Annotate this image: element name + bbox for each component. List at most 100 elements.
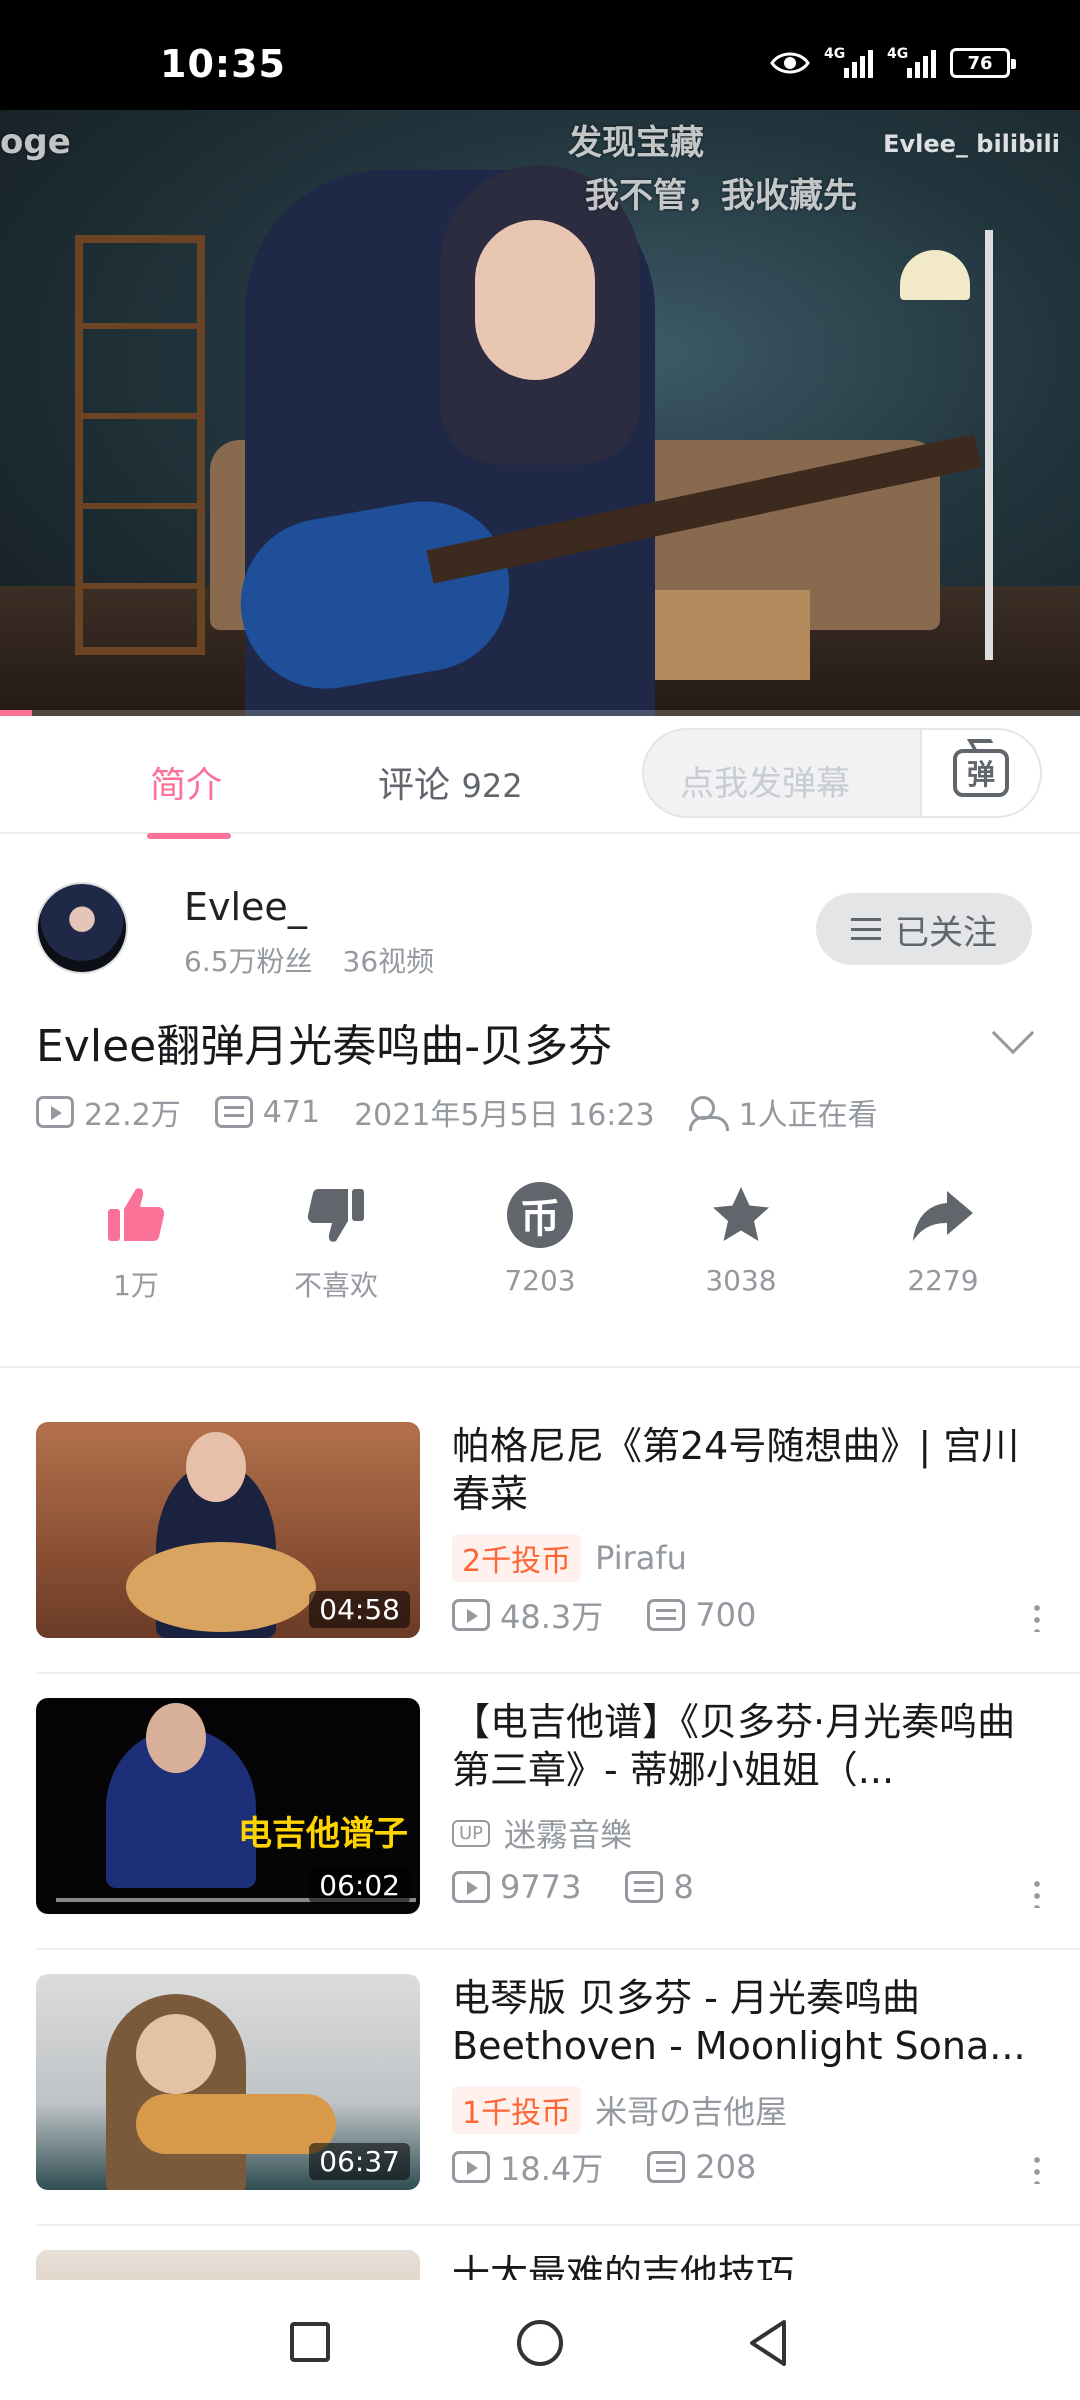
danmaku-input-placeholder: 点我发弹幕 [680, 764, 850, 804]
uploader-avatar[interactable] [36, 882, 128, 974]
view-count: 22.2万 [84, 1098, 181, 1133]
video-title: 【电吉他谱】《贝多芬·月光奏鸣曲第三章》- 蒂娜小姐姐（... [452, 1700, 1016, 1792]
more-options-icon[interactable] [1034, 1878, 1040, 1908]
follow-button[interactable]: 已关注 [816, 893, 1032, 965]
video-title: 电琴版 贝多芬 - 月光奏鸣曲 Beethoven - Moonlight So… [452, 1976, 1026, 2068]
danmaku-tv-icon: 弹 [953, 749, 1009, 797]
share-arrow-icon [913, 1191, 973, 1241]
thumbnail-caption: 电吉他谱子 [238, 1814, 408, 1854]
uploader-stats: 6.5万粉丝 36视频 [184, 940, 434, 980]
detail-tabs: 简介 评论 922 点我发弹幕 弹 [0, 716, 1080, 839]
danmaku-3: 我不管，我收藏先 [585, 176, 857, 216]
recents-button[interactable] [290, 2322, 330, 2362]
coin-icon: 币 [507, 1182, 573, 1248]
follow-button-label: 已关注 [895, 912, 997, 953]
tab-comments[interactable]: 评论 922 [378, 756, 523, 808]
system-nav-bar [0, 2280, 1080, 2400]
view-count: 18.4万 [500, 2150, 604, 2188]
video-lamp-head [900, 250, 970, 300]
video-face [475, 220, 595, 380]
like-count: 1万 [113, 1269, 159, 1302]
author-name: Pirafu [595, 1539, 687, 1577]
watching-count: 1人正在看 [738, 1098, 878, 1133]
list-item[interactable]: 04:58 帕格尼尼《第24号随想曲》| 宫川春菜 2千投币 Pirafu 48.… [0, 1422, 1080, 1698]
signal-icon: 4G [824, 46, 873, 78]
danmaku-1: oge [0, 122, 71, 162]
more-options-icon[interactable] [1034, 2154, 1040, 2184]
play-count-icon [36, 1096, 74, 1128]
play-count-icon [452, 1599, 490, 1631]
share-button[interactable]: 2279 [863, 1180, 1023, 1297]
danmaku-toggle-button[interactable]: 弹 [920, 730, 1040, 816]
video-meta: 22.2万 471 2021年5月5日 16:23 1人正在看 [36, 1090, 912, 1134]
status-icons: 4G 4G 76 [770, 46, 1016, 78]
dislike-button[interactable]: 不喜欢 [256, 1180, 416, 1304]
danmaku-count: 471 [262, 1094, 321, 1130]
publish-date: 2021年5月5日 16:23 [354, 1098, 655, 1133]
video-title: Evlee翻弹月光奏鸣曲-贝多芬 [36, 1021, 613, 1072]
eye-icon [770, 52, 810, 74]
danmaku-count-icon [625, 1871, 664, 1903]
view-count: 48.3万 [500, 1598, 604, 1636]
list-divider [36, 1948, 1080, 1950]
tab-comments-label: 评论 [378, 765, 451, 806]
video-shelf [75, 235, 205, 655]
list-divider [36, 2224, 1080, 2226]
battery-icon: 76 [950, 48, 1016, 78]
play-count-icon [452, 1871, 490, 1903]
thumbs-up-icon [108, 1188, 165, 1241]
coin-badge: 2千投币 [452, 1534, 582, 1582]
favorite-button[interactable]: 3038 [661, 1180, 821, 1297]
dislike-label: 不喜欢 [293, 1269, 378, 1302]
star-icon [713, 1187, 769, 1241]
play-count-icon [452, 2151, 490, 2183]
like-button[interactable]: 1万 [56, 1180, 216, 1304]
favorite-count: 3038 [705, 1264, 777, 1297]
list-item[interactable]: 电吉他谱子 06:02 【电吉他谱】《贝多芬·月光奏鸣曲第三章》- 蒂娜小姐姐（… [0, 1698, 1080, 1974]
video-thumbnail[interactable]: 06:37 [36, 1974, 420, 2190]
danmaku-2: 发现宝藏 [568, 123, 704, 163]
home-button[interactable] [517, 2320, 563, 2366]
author-name: 迷霧音樂 [504, 1816, 633, 1854]
danmaku-count: 208 [695, 2148, 757, 2186]
danmaku-count-icon [647, 2151, 686, 2183]
video-thumbnail[interactable]: 04:58 [36, 1422, 420, 1638]
uploader-name[interactable]: Evlee_ [184, 885, 307, 929]
bilibili-watermark: Evlee_ bilibili [883, 130, 1060, 158]
up-tag-icon: UP [452, 1819, 491, 1847]
view-count: 9773 [500, 1868, 582, 1906]
video-lamp [985, 230, 993, 660]
coin-count: 7203 [504, 1264, 576, 1297]
tab-intro[interactable]: 简介 [146, 756, 232, 839]
list-divider [36, 1672, 1080, 1674]
danmaku-count-icon [214, 1096, 253, 1128]
coin-button[interactable]: 币 7203 [460, 1180, 620, 1297]
video-player[interactable]: oge 发现宝藏 我不管，我收藏先 Evlee_ bilibili [0, 110, 1080, 716]
menu-icon [851, 918, 881, 940]
video-duration: 06:02 [309, 1867, 410, 1904]
more-options-icon[interactable] [1034, 1602, 1040, 1632]
expand-chevron-icon[interactable] [991, 1011, 1035, 1055]
danmaku-count: 8 [673, 1868, 694, 1906]
uploader-video-count: 36视频 [342, 945, 435, 978]
video-title: 十大最难的吉他技巧 [452, 2252, 795, 2280]
status-bar: 10:35 4G 4G 76 [0, 0, 1080, 110]
danmaku-input[interactable]: 点我发弹幕 弹 [642, 728, 1042, 818]
video-title: 帕格尼尼《第24号随想曲》| 宫川春菜 [452, 1424, 1020, 1516]
section-divider [0, 1366, 1080, 1368]
danmaku-count-icon [647, 1599, 686, 1631]
watching-icon [688, 1096, 729, 1131]
list-item[interactable]: 06:37 电琴版 贝多芬 - 月光奏鸣曲 Beethoven - Moonli… [0, 1974, 1080, 2250]
share-count: 2279 [907, 1264, 979, 1297]
thumbs-down-icon [307, 1189, 364, 1242]
status-time: 10:35 [160, 42, 286, 86]
list-item[interactable]: 十大最难的吉他技巧 [0, 2250, 1080, 2280]
back-button[interactable] [748, 2318, 788, 2368]
tab-comments-count: 922 [461, 767, 523, 805]
uploader-fans: 6.5万粉丝 [184, 945, 313, 978]
video-thumbnail[interactable] [36, 2250, 420, 2280]
coin-badge: 1千投币 [452, 2086, 582, 2134]
author-name: 米哥の吉他屋 [595, 2093, 788, 2131]
video-thumbnail[interactable]: 电吉他谱子 06:02 [36, 1698, 420, 1914]
video-duration: 06:37 [309, 2143, 410, 2180]
